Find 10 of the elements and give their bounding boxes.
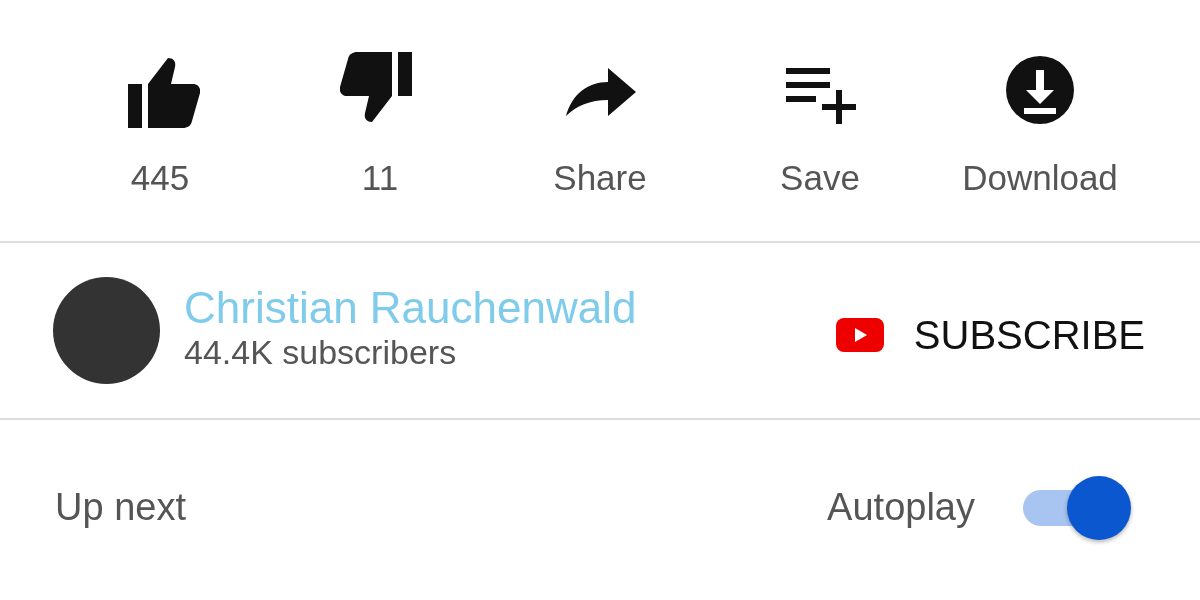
share-button[interactable]: Share bbox=[490, 50, 710, 241]
dislike-button[interactable]: 11 bbox=[270, 50, 490, 241]
like-button[interactable]: 445 bbox=[50, 50, 270, 241]
save-button[interactable]: Save bbox=[710, 50, 930, 241]
subscribe-button[interactable]: SUBSCRIBE bbox=[835, 304, 1145, 365]
autoplay-label: Autoplay bbox=[827, 485, 975, 530]
download-button[interactable]: Download bbox=[930, 50, 1150, 241]
play-icon bbox=[835, 317, 884, 352]
section-title: Up next bbox=[55, 485, 186, 530]
subscriber-count: 44.4K subscribers bbox=[184, 332, 458, 374]
